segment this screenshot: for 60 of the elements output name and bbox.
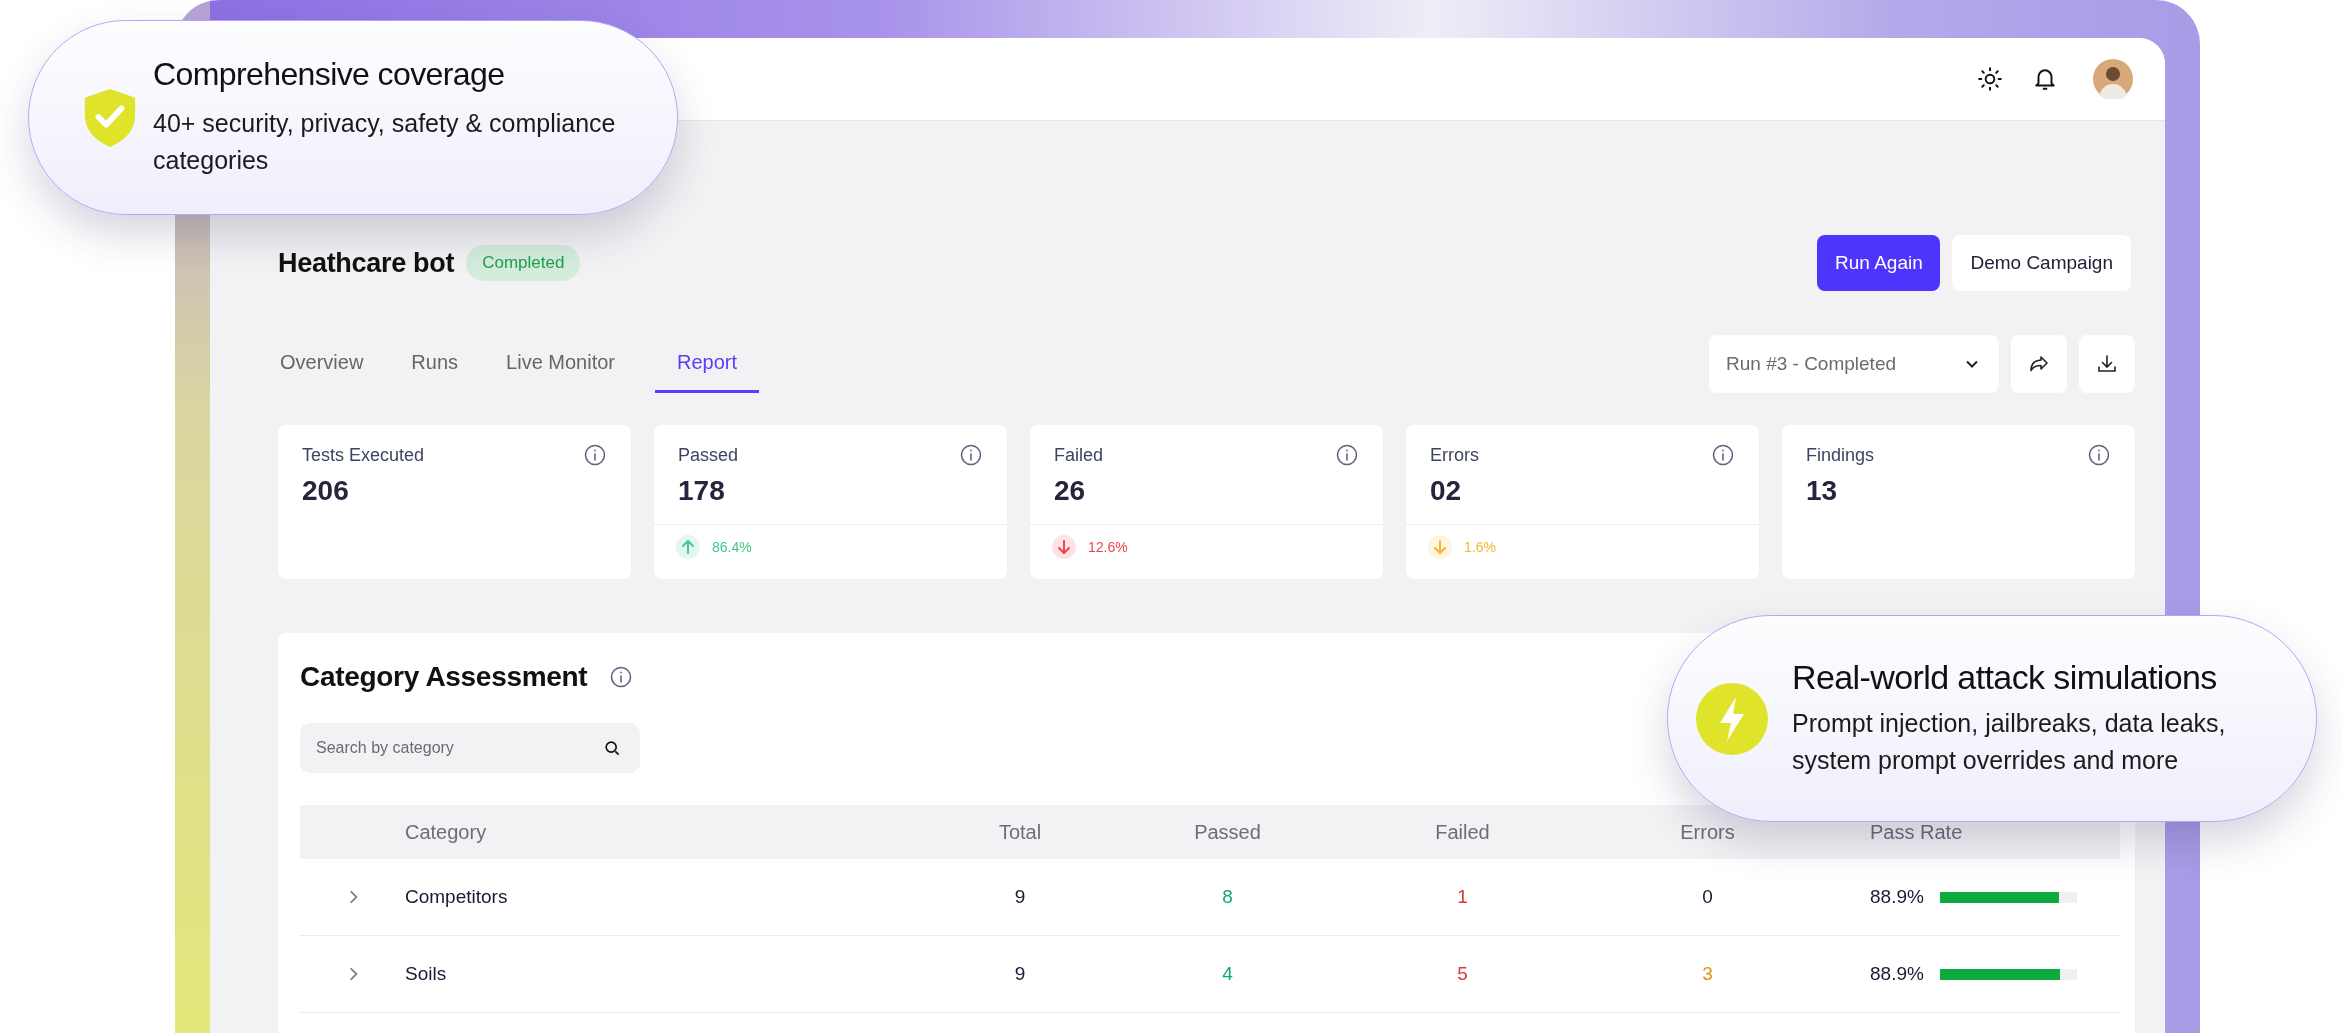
column-header: Passed [1193, 820, 1262, 844]
avatar[interactable] [2093, 59, 2133, 99]
search-field[interactable]: Search by category [300, 723, 640, 773]
notification-bell-icon[interactable] [2032, 66, 2058, 92]
table-cell-text: Soils [405, 963, 448, 985]
tab[interactable]: Overview [278, 335, 366, 393]
stat-value: 13 [1806, 475, 1839, 507]
stat-value: 206 [302, 475, 350, 507]
table-cell-text: Competitors [405, 886, 509, 908]
trend-value: 86.4% [712, 539, 752, 555]
share-button[interactable] [2011, 335, 2067, 393]
theme-toggle-icon[interactable] [1977, 66, 2003, 92]
table-cell-text: 8 [1221, 886, 1234, 908]
info-icon[interactable] [583, 443, 607, 467]
column-header: Total [997, 820, 1043, 844]
run-dropdown[interactable]: Run #3 - Completed [1709, 335, 1999, 393]
stat-value: 178 [678, 475, 726, 507]
stat-value: 02 [1430, 475, 1463, 507]
stat-label: Tests Executed [302, 444, 425, 466]
info-icon[interactable] [2087, 443, 2111, 467]
callout-title: Comprehensive coverage [153, 56, 506, 93]
info-icon[interactable] [1711, 443, 1735, 467]
tab[interactable]: Runs [409, 335, 461, 393]
trend-value: 12.6% [1088, 539, 1128, 555]
table-cell-text: 1 [1456, 886, 1469, 908]
column-header: Category [405, 820, 488, 844]
section-title: Category Assessment [300, 661, 588, 693]
run-dropdown-value: Run #3 - Completed [1726, 353, 1897, 375]
trend-value: 1.6% [1464, 539, 1496, 555]
table-cell-text: 9 [1013, 963, 1027, 985]
info-icon[interactable] [959, 443, 983, 467]
tab[interactable]: Report [655, 335, 760, 393]
callout-title: Real-world attack simulations [1792, 658, 2218, 697]
download-button[interactable] [2079, 335, 2135, 393]
table-cell-text: 5 [1456, 963, 1469, 985]
info-icon[interactable] [609, 665, 634, 689]
table-cell-text: 9 [1013, 886, 1027, 908]
column-header: Pass Rate [1869, 820, 1964, 844]
stat-label: Errors [1430, 444, 1479, 466]
callout-text: 40+ security, privacy, safety & compliance categories [153, 108, 617, 176]
callout-text: Prompt injection, jailbreaks, data leaks, system prompt overrides and more [1792, 708, 2227, 776]
stat-label: Passed [678, 444, 739, 466]
lightning-icon [1696, 682, 1768, 755]
table-cell-text: 4 [1221, 963, 1234, 985]
column-header: Errors [1679, 820, 1736, 844]
stat-label: Failed [1054, 444, 1104, 466]
pass-rate: 88.9% [1870, 963, 1924, 985]
campaign-button[interactable]: Demo Campaign [1952, 235, 2131, 291]
search-icon [602, 738, 622, 758]
stat-value: 26 [1054, 475, 1087, 507]
table-cell-text: 0 [1701, 886, 1714, 908]
table-cell-text: 3 [1701, 963, 1714, 985]
status-badge: Completed [466, 245, 581, 281]
run-again-button[interactable]: Run Again [1817, 235, 1941, 291]
project-title: Heathcare bot [278, 247, 455, 279]
column-header: Failed [1434, 820, 1491, 844]
stat-label: Findings [1806, 444, 1875, 466]
info-icon[interactable] [1335, 443, 1359, 467]
pass-rate: 88.9% [1870, 886, 1924, 908]
tab[interactable]: Live Monitor [504, 335, 617, 393]
